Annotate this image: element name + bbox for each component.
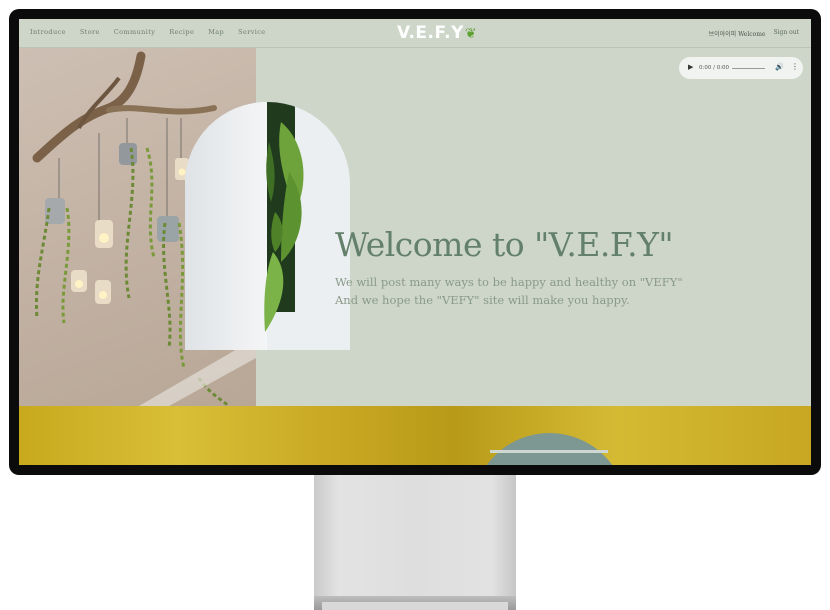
monitor-stand-base (314, 596, 516, 610)
nav-link-store[interactable]: Store (80, 28, 100, 36)
volume-icon[interactable]: 🔊 (775, 63, 784, 71)
nav-link-recipe[interactable]: Recipe (169, 28, 194, 36)
logo-text: V.E.F.Y (397, 23, 464, 43)
arch-leaves (264, 122, 304, 332)
audio-player[interactable]: ▶ 0:00 / 0:00 🔊 ⋮ (679, 57, 803, 79)
website-screen: Introduce Store Community Recipe Map Ser… (19, 19, 811, 465)
nav-links: Introduce Store Community Recipe Map Ser… (30, 28, 266, 36)
user-welcome: 브이아이피 Welcome (708, 31, 766, 38)
audio-progress-track[interactable] (732, 67, 765, 69)
site-logo[interactable]: V.E.F.Y❦ (397, 23, 477, 43)
hero-line-2: And we hope the "VEFY" site will make yo… (335, 293, 630, 307)
flower-field-banner (19, 406, 811, 465)
nav-link-community[interactable]: Community (114, 28, 156, 36)
top-nav: Introduce Store Community Recipe Map Ser… (19, 19, 811, 48)
monitor-stand (314, 470, 516, 600)
hero-title: Welcome to "V.E.F.Y" (335, 225, 674, 264)
banner-dome-image (472, 433, 627, 465)
nav-link-service[interactable]: Service (238, 28, 265, 36)
hero-subtitle: We will post many ways to be happy and h… (335, 273, 683, 309)
arch-plant-image (185, 102, 350, 350)
nav-link-introduce[interactable]: Introduce (30, 28, 66, 36)
leaf-icon: ❦ (464, 26, 478, 42)
sign-out-link[interactable]: Sign out (773, 29, 799, 38)
user-menu: 브이아이피 Welcome Sign out (709, 29, 799, 38)
play-icon[interactable]: ▶ (688, 63, 693, 71)
nav-link-map[interactable]: Map (208, 28, 224, 36)
hero-line-1: We will post many ways to be happy and h… (335, 275, 683, 289)
more-options-icon[interactable]: ⋮ (791, 62, 799, 71)
audio-time: 0:00 / 0:00 (699, 65, 730, 71)
